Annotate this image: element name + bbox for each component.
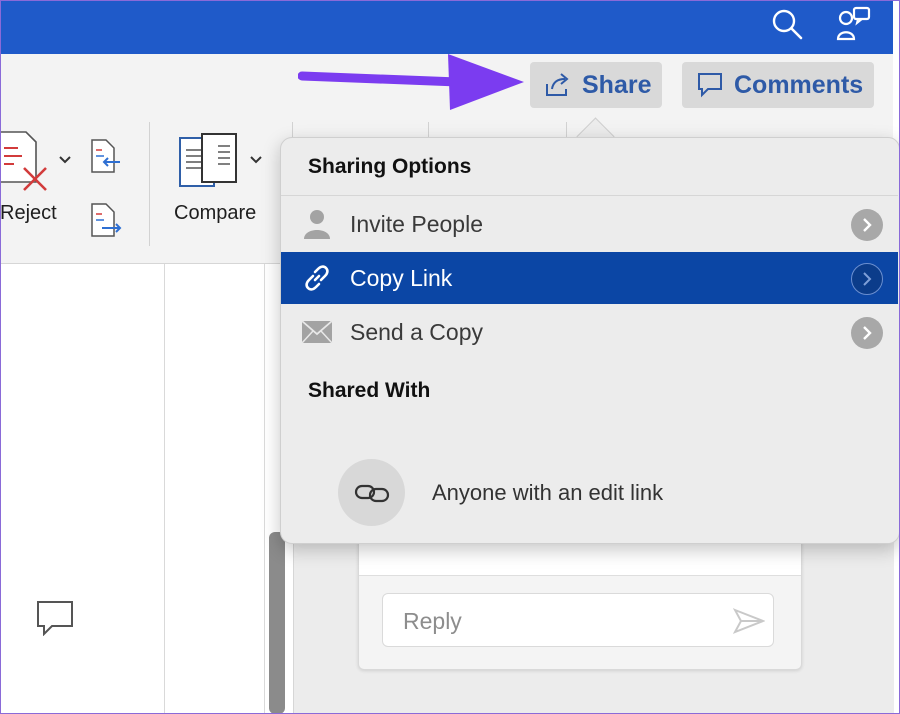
comments-label: Comments [734,70,864,99]
send-icon[interactable] [732,608,766,640]
reject-dropdown-chevron-icon[interactable] [58,152,72,170]
menu-item-invite-people[interactable]: Invite People [281,198,898,250]
copy-link-label: Copy Link [350,264,453,291]
share-label: Share [582,70,652,99]
annotation-arrow [297,48,530,119]
envelope-icon [301,316,333,348]
link-avatar [338,459,405,526]
link-icon [301,262,333,294]
chevron-right-icon [851,209,883,241]
reject-label[interactable]: Reject [0,202,57,225]
compare-dropdown-chevron-icon[interactable] [249,152,263,170]
compare-label[interactable]: Compare [174,202,256,225]
page-margin-line [164,264,165,714]
previous-change-icon[interactable] [90,138,122,179]
send-a-copy-label: Send a Copy [350,318,483,345]
menu-item-copy-link[interactable]: Copy Link [281,252,898,304]
reject-icon[interactable] [0,130,52,197]
chevron-right-icon [851,317,883,349]
invite-people-label: Invite People [350,210,483,237]
comments-button[interactable]: Comments [682,62,874,108]
scrollbar-thumb[interactable] [269,532,285,714]
comment-bubble-icon [696,71,724,99]
feedback-icon[interactable] [834,5,872,43]
compare-icon[interactable] [178,132,238,193]
chain-link-icon [354,481,390,505]
search-icon[interactable] [768,5,806,43]
page-edge-line [264,264,265,714]
ribbon-separator [149,122,150,246]
person-icon [301,208,333,240]
title-bar [0,0,893,54]
reply-placeholder: Reply [403,608,462,634]
comment-icon[interactable] [36,600,74,641]
sharing-options-heading: Sharing Options [308,155,472,178]
next-change-icon[interactable] [90,202,122,243]
shared-with-heading: Shared With [308,379,431,402]
menu-item-send-a-copy[interactable]: Send a Copy [281,306,898,358]
reply-input[interactable]: Reply [382,593,774,647]
share-icon [544,72,572,98]
share-button[interactable]: Share [530,62,662,108]
chevron-right-icon [851,263,883,295]
popover-divider [281,195,898,196]
shared-with-entry: Anyone with an edit link [432,480,664,505]
